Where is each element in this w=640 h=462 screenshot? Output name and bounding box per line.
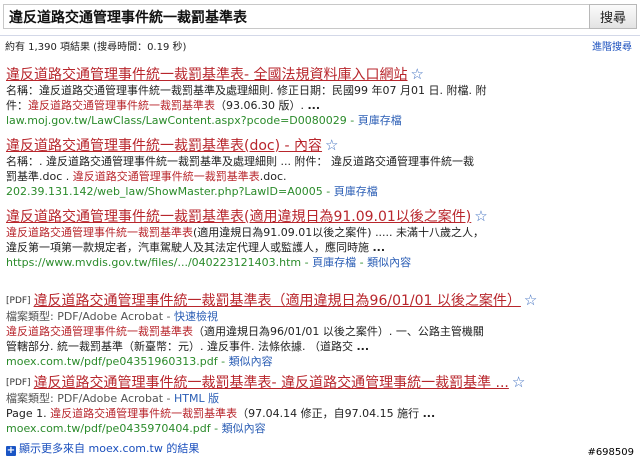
result-snippet: 名稱：. 違反道路交通管理事件統一裁罰基準及處理細則 ... 附件： 違反道路交… bbox=[6, 154, 636, 169]
separator: - bbox=[346, 114, 358, 127]
file-type-line: 檔案類型: PDF/Adobe Acrobat - HTML 版 bbox=[6, 391, 636, 406]
stats-bar: 約有 1,390 項結果 (搜尋時間：0.19 秒) 進階搜尋 bbox=[0, 35, 640, 53]
result-title-row: [PDF] 違反道路交通管理事件統一裁罰基準表（適用違規日為96/01/01 以後… bbox=[6, 290, 636, 309]
result-title-link[interactable]: 違反道路交通管理事件統一裁罰基準表（適用違規日為96/01/01 以後之案件） bbox=[34, 293, 521, 309]
snippet-text: ... bbox=[422, 407, 436, 420]
separator: - bbox=[322, 185, 334, 198]
result-url: 202.39.131.142/web_law/ShowMaster.php?La… bbox=[6, 185, 323, 198]
result-url-line: https://www.mvdis.gov.tw/files/.../04022… bbox=[6, 255, 636, 270]
result-url: law.moj.gov.tw/LawClass/LawContent.aspx?… bbox=[6, 114, 347, 127]
result-snippet: 件：違反道路交通管理事件統一裁罰基準表（93.06.30 版）. ... bbox=[6, 98, 636, 113]
star-icon[interactable]: ☆ bbox=[411, 65, 424, 83]
search-result: 違反道路交通管理事件統一裁罰基準表(適用違規日為91.09.01以後之案件) ☆ 違… bbox=[6, 206, 636, 270]
result-url: moex.com.tw/pdf/pe04351960313.pdf bbox=[6, 355, 218, 368]
snippet-text: （適用違規日為96/01/01 以後之案件）. 一、公路主管機關 bbox=[193, 325, 484, 338]
result-action-link[interactable]: 類似內容 bbox=[367, 256, 411, 269]
result-url-line: moex.com.tw/pdf/pe04351960313.pdf - 類似內容 bbox=[6, 354, 636, 369]
snippet-text: 罰基準.doc . bbox=[6, 170, 73, 183]
result-snippet: 罰基準.doc . 違反道路交通管理事件統一裁罰基準表.doc. bbox=[6, 169, 636, 184]
result-title-link[interactable]: 違反道路交通管理事件統一裁罰基準表- 違反道路交通管理事統一裁罰基準 ... bbox=[34, 375, 509, 391]
file-view-link[interactable]: 快速檢視 bbox=[174, 310, 218, 323]
more-results-link[interactable]: 顯示更多來自 moex.com.tw 的結果 bbox=[19, 442, 199, 455]
advanced-search-link[interactable]: 進階搜尋 bbox=[592, 38, 632, 53]
search-button[interactable]: 搜尋 bbox=[589, 4, 637, 29]
result-url-line: 202.39.131.142/web_law/ShowMaster.php?La… bbox=[6, 184, 636, 199]
pdf-tag: [PDF] bbox=[6, 296, 31, 306]
snippet-text: Page 1. bbox=[6, 407, 51, 420]
file-type-label: 檔案類型: PDF/Adobe Acrobat - bbox=[6, 392, 175, 405]
result-url: moex.com.tw/pdf/pe0435970404.pdf bbox=[6, 422, 211, 435]
watermark: #698509 bbox=[587, 447, 634, 458]
snippet-text: （93.06.30 版）. bbox=[215, 99, 308, 112]
snippet-text: 違反道路交通管理事件統一裁罰基準表 bbox=[50, 407, 238, 420]
result-title-row: 違反道路交通管理事件統一裁罰基準表(適用違規日為91.09.01以後之案件) ☆ bbox=[6, 206, 636, 225]
result-url-line: law.moj.gov.tw/LawClass/LawContent.aspx?… bbox=[6, 113, 636, 128]
star-icon[interactable]: ☆ bbox=[524, 291, 537, 309]
result-snippet: 違反道路交通管理事件統一裁罰基準表(適用違規日為91.09.01以後之案件) .… bbox=[6, 225, 636, 240]
file-type-label: 檔案類型: PDF/Adobe Acrobat - bbox=[6, 310, 175, 323]
snippet-text: 違反道路交通管理事件統一裁罰基準表 bbox=[72, 170, 260, 183]
snippet-text: 違反道路交通管理事件統一裁罰基準表 bbox=[28, 99, 215, 112]
snippet-text: ... bbox=[356, 340, 370, 353]
result-title-link[interactable]: 違反道路交通管理事件統一裁罰基準表- 全國法規資料庫入口網站 bbox=[6, 67, 408, 83]
snippet-text: 管轄部分. 統一裁罰基準（新臺幣：元）. 違反事件. 法條依據. （道路交 bbox=[6, 340, 357, 353]
search-result: [PDF] 違反道路交通管理事件統一裁罰基準表- 違反道路交通管理事統一裁罰基準 … bbox=[6, 372, 636, 436]
result-snippet: 違反道路交通管理事件統一裁罰基準表（適用違規日為96/01/01 以後之案件）.… bbox=[6, 324, 636, 339]
snippet-text: 違反道路交通管理事件統一裁罰基準表 bbox=[6, 325, 193, 338]
result-snippet: 管轄部分. 統一裁罰基準（新臺幣：元）. 違反事件. 法條依據. （道路交 ..… bbox=[6, 339, 636, 354]
result-snippet: 違反第一項第一款規定者，汽車駕駛人及其法定代理人或監護人，應同時施 ... bbox=[6, 240, 636, 255]
separator: - bbox=[217, 355, 229, 368]
search-result: 違反道路交通管理事件統一裁罰基準表- 全國法規資料庫入口網站 ☆ 名稱：違反道路交通… bbox=[6, 64, 636, 128]
separator: - bbox=[210, 422, 222, 435]
pdf-tag: [PDF] bbox=[6, 378, 31, 388]
separator: - bbox=[301, 256, 313, 269]
more-results[interactable]: + 顯示更多來自 moex.com.tw 的結果 bbox=[6, 440, 199, 456]
file-view-link[interactable]: HTML 版 bbox=[174, 392, 219, 405]
snippet-text: 件： bbox=[6, 99, 28, 112]
result-stats: 約有 1,390 項結果 (搜尋時間：0.19 秒) bbox=[5, 42, 187, 53]
result-title-row: [PDF] 違反道路交通管理事件統一裁罰基準表- 違反道路交通管理事統一裁罰基準 … bbox=[6, 372, 636, 391]
result-action-link[interactable]: 類似內容 bbox=[222, 422, 266, 435]
separator: - bbox=[356, 256, 368, 269]
snippet-text: ... bbox=[307, 99, 321, 112]
snippet-text: .doc. bbox=[259, 170, 287, 183]
result-title-row: 違反道路交通管理事件統一裁罰基準表- 全國法規資料庫入口網站 ☆ bbox=[6, 64, 636, 83]
star-icon[interactable]: ☆ bbox=[325, 136, 338, 154]
result-action-link[interactable]: 頁庫存檔 bbox=[312, 256, 356, 269]
result-url: https://www.mvdis.gov.tw/files/.../04022… bbox=[6, 256, 302, 269]
snippet-text: （97.04.14 修正，自97.04.15 施行 bbox=[237, 407, 423, 420]
plus-icon[interactable]: + bbox=[6, 446, 16, 456]
search-input[interactable] bbox=[3, 4, 589, 29]
search-bar: 搜尋 bbox=[0, 0, 640, 32]
file-type-line: 檔案類型: PDF/Adobe Acrobat - 快速檢視 bbox=[6, 309, 636, 324]
result-action-link[interactable]: 頁庫存檔 bbox=[334, 185, 378, 198]
search-result: [PDF] 違反道路交通管理事件統一裁罰基準表（適用違規日為96/01/01 以後… bbox=[6, 290, 636, 369]
result-title-row: 違反道路交通管理事件統一裁罰基準表(doc) - 內容 ☆ bbox=[6, 135, 636, 154]
star-icon[interactable]: ☆ bbox=[512, 373, 525, 391]
result-title-link[interactable]: 違反道路交通管理事件統一裁罰基準表(適用違規日為91.09.01以後之案件) bbox=[6, 209, 471, 225]
result-snippet: 名稱：違反道路交通管理事件統一裁罰基準及處理細則. 修正日期：民國99 年07 … bbox=[6, 83, 636, 98]
result-url-line: moex.com.tw/pdf/pe0435970404.pdf - 類似內容 bbox=[6, 421, 636, 436]
snippet-text: ... bbox=[372, 241, 386, 254]
snippet-text: 名稱：. 違反道路交通管理事件統一裁罰基準及處理細則 ... 附件： 違反道路交… bbox=[6, 155, 474, 168]
star-icon[interactable]: ☆ bbox=[474, 207, 487, 225]
snippet-text: 違反道路交通管理事件統一裁罰基準表 bbox=[6, 226, 193, 239]
snippet-text: 名稱：違反道路交通管理事件統一裁罰基準及處理細則. 修正日期：民國99 年07 … bbox=[6, 84, 487, 97]
result-action-link[interactable]: 類似內容 bbox=[229, 355, 273, 368]
snippet-text: (適用違規日為91.09.01以後之案件) ..... 未滿十八歲之人， bbox=[193, 226, 485, 239]
result-action-link[interactable]: 頁庫存檔 bbox=[358, 114, 402, 127]
result-snippet: Page 1. 違反道路交通管理事件統一裁罰基準表（97.04.14 修正，自9… bbox=[6, 406, 636, 421]
search-result: 違反道路交通管理事件統一裁罰基準表(doc) - 內容 ☆ 名稱：. 違反道路交通管… bbox=[6, 135, 636, 199]
snippet-text: 違反第一項第一款規定者，汽車駕駛人及其法定代理人或監護人，應同時施 bbox=[6, 241, 373, 254]
result-title-link[interactable]: 違反道路交通管理事件統一裁罰基準表(doc) - 內容 bbox=[6, 138, 322, 154]
